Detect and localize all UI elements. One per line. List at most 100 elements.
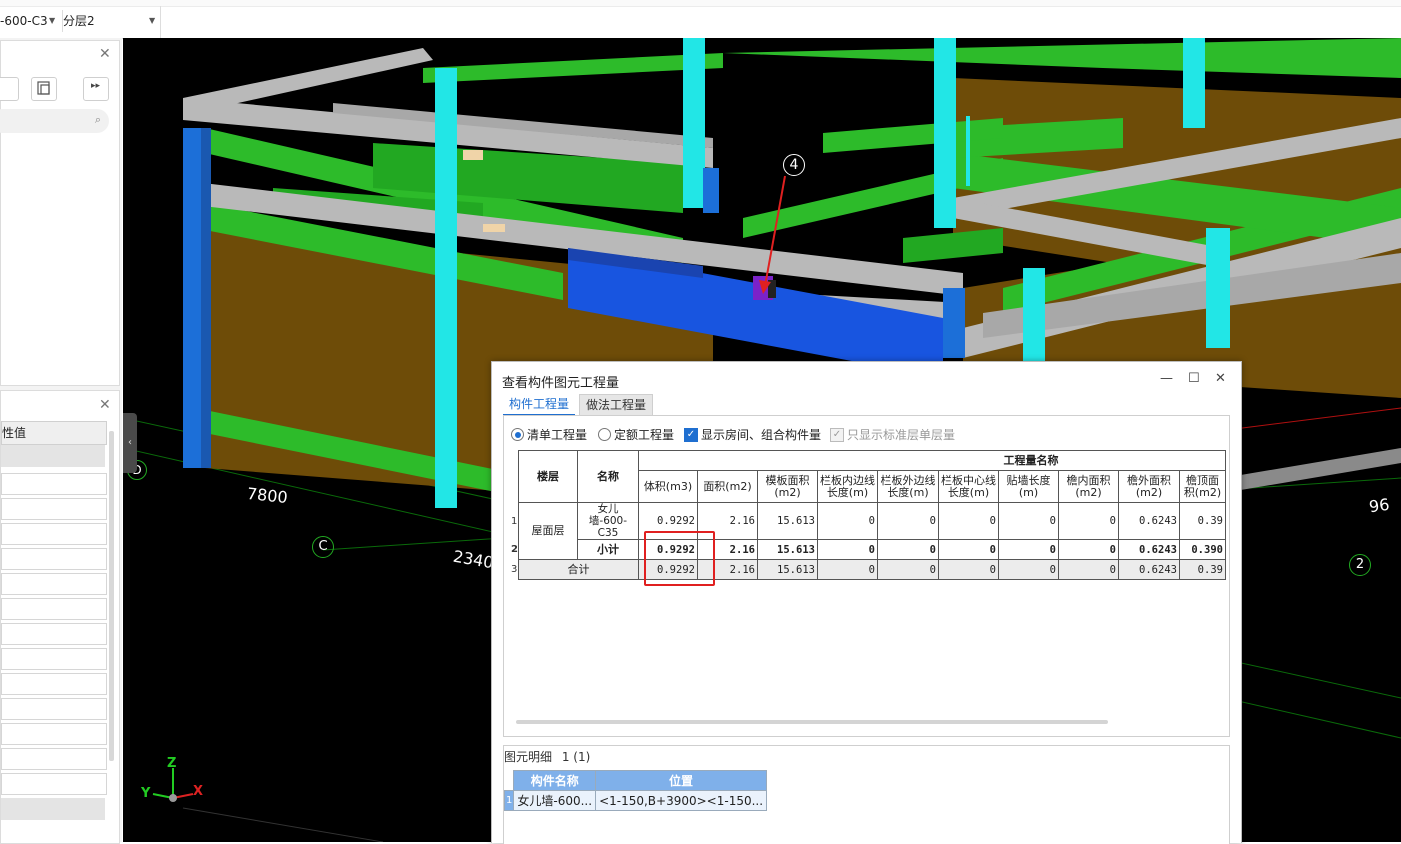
cell-value: 0 <box>937 539 999 560</box>
quantity-panel: 清单工程量 定额工程量 ✓ 显示房间、组合构件量 ✓ 只显示标准层单层量 楼层 <box>503 415 1230 737</box>
property-row[interactable] <box>1 548 107 570</box>
detail-cell-name: 女儿墙-600... <box>513 790 597 811</box>
highlight-box <box>644 531 715 586</box>
detail-cell-position: <1-150,B+3900><1-150... <box>595 790 768 811</box>
property-row[interactable] <box>1 748 107 770</box>
row-number-header <box>511 450 520 503</box>
element-detail-panel: 图元明细 1 (1) 构件名称 位置 1 女儿墙-600... <1-150,B… <box>503 745 1230 844</box>
chevron-down-icon: ▼ <box>49 16 56 25</box>
close-icon[interactable]: ✕ <box>99 397 111 413</box>
cell-value: 0.6243 <box>1117 559 1180 580</box>
cell-value: 0 <box>1057 539 1119 560</box>
cell-value: 15.613 <box>756 502 818 540</box>
copy-icon[interactable] <box>31 77 57 101</box>
detail-count: 1 (1) <box>561 750 591 764</box>
row-number: 3 <box>511 559 520 580</box>
cell-total-label: 合计 <box>517 559 639 580</box>
minimize-icon[interactable]: — <box>1160 371 1173 386</box>
property-row[interactable] <box>1 598 107 620</box>
column-group-quantity: 工程量名称 <box>637 450 1226 471</box>
cell-value: 15.613 <box>756 539 818 560</box>
column-eave-top-area: 檐顶面积(m2) <box>1178 470 1226 503</box>
grid-icon[interactable] <box>0 77 19 101</box>
radio-quota-quantity[interactable]: 定额工程量 <box>598 426 674 443</box>
cell-value: 0 <box>816 502 878 540</box>
property-value-header: 性值 <box>2 426 27 440</box>
property-header: 性值 <box>1 421 107 445</box>
tab-method-quantity[interactable]: 做法工程量 <box>579 394 654 416</box>
cell-value: 0 <box>1057 559 1119 580</box>
search-input[interactable]: ⌕ <box>0 109 109 133</box>
column-wall-length: 贴墙长度(m) <box>997 470 1059 503</box>
property-row[interactable] <box>1 623 107 645</box>
column-floor: 楼层 <box>517 450 578 503</box>
column-eave-outer-area: 檐外面积(m2) <box>1117 470 1180 503</box>
column-volume: 体积(m3) <box>637 470 698 503</box>
component-select[interactable]: -600-C3 ▼ <box>0 10 56 32</box>
toolbar-divider <box>160 6 161 38</box>
property-scrollbar[interactable] <box>109 431 114 761</box>
detail-row-number: 1 <box>503 790 515 811</box>
property-row[interactable] <box>1 523 107 545</box>
cell-subtotal-label: 小计 <box>576 539 639 560</box>
checkbox-checked-icon: ✓ <box>684 427 698 442</box>
cell-value: 0 <box>997 559 1059 580</box>
checkbox-label: 显示房间、组合构件量 <box>701 428 822 442</box>
maximize-icon[interactable]: ☐ <box>1188 371 1200 386</box>
cell-value: 0.6243 <box>1117 502 1180 540</box>
detail-heading: 图元明细 1 (1) <box>504 748 590 765</box>
cell-value: 0.39 <box>1178 502 1226 540</box>
axis-x-label: X <box>193 784 204 799</box>
horizontal-scrollbar[interactable] <box>516 720 1108 724</box>
tab-component-quantity[interactable]: 构件工程量 <box>503 394 576 416</box>
cell-value: 0 <box>937 502 999 540</box>
property-row-group[interactable] <box>1 798 105 820</box>
cell-value: 0 <box>997 539 1059 560</box>
detail-row-number-header <box>504 770 514 791</box>
column-center-length: 栏板中心线长度(m) <box>937 470 999 503</box>
dimension-label: 7800 <box>246 483 289 508</box>
quantity-dialog: 查看构件图元工程量 — ☐ ✕ 构件工程量 做法工程量 清单工程量 定额工程量 … <box>491 361 1242 844</box>
cell-value: 0.6243 <box>1117 539 1180 560</box>
layer-select[interactable]: 分层2 ▼ <box>62 10 159 32</box>
grid-bubble: 4 <box>783 154 805 176</box>
property-row-selected[interactable] <box>1 445 105 467</box>
radio-bill-quantity[interactable]: 清单工程量 <box>511 426 587 443</box>
column-outer-length: 栏板外边线长度(m) <box>876 470 939 503</box>
table-row-total[interactable]: 3 合计 0.9292 2.16 15.613 0 0 0 0 0 0.6243… <box>511 559 1226 580</box>
close-icon[interactable]: ✕ <box>1215 371 1226 386</box>
detail-row[interactable]: 1 女儿墙-600... <1-150,B+3900><1-150... <box>503 790 768 811</box>
collapse-panel-button[interactable]: ‹ <box>123 413 137 473</box>
column-inner-length: 栏板内边线长度(m) <box>816 470 878 503</box>
radio-checked-icon <box>511 428 524 441</box>
checkbox-standard-layer[interactable]: ✓ 只显示标准层单层量 <box>830 426 955 443</box>
cell-value: 0 <box>1057 502 1119 540</box>
detail-column-position: 位置 <box>595 770 768 791</box>
property-row[interactable] <box>1 498 107 520</box>
cell-value: 0.390 <box>1178 539 1226 560</box>
table-row-subtotal[interactable]: 2 小计 0.9292 2.16 15.613 0 0 0 0 0 0.6243… <box>511 539 1226 560</box>
expand-icon[interactable]: ▸▸ <box>83 77 109 101</box>
column-formwork-area: 模板面积(m2) <box>756 470 818 503</box>
cell-item-name: 女儿墙-600-C35 <box>576 502 639 540</box>
chevron-down-icon: ▼ <box>149 16 156 25</box>
detail-header-row: 构件名称 位置 <box>504 770 768 791</box>
property-row[interactable] <box>1 648 107 670</box>
close-icon[interactable]: ✕ <box>99 46 111 62</box>
property-row[interactable] <box>1 673 107 695</box>
checkbox-show-room[interactable]: ✓ 显示房间、组合构件量 <box>684 426 821 443</box>
checkbox-label: 只显示标准层单层量 <box>847 428 956 442</box>
property-row[interactable] <box>1 773 107 795</box>
property-row[interactable] <box>1 473 107 495</box>
property-row[interactable] <box>1 698 107 720</box>
component-select-value: -600-C3 <box>0 14 48 28</box>
left-sidebar: ✕ ▸▸ ⌕ ✕ 性值 <box>0 38 122 844</box>
table-row[interactable]: 1 屋面层 女儿墙-600-C35 0.9292 2.16 15.613 0 0… <box>511 502 1226 560</box>
property-row[interactable] <box>1 723 107 745</box>
cell-value: 0 <box>816 539 878 560</box>
property-row[interactable] <box>1 573 107 595</box>
column-name: 名称 <box>576 450 639 503</box>
dimension-label: 96 <box>1367 494 1391 517</box>
cell-value: 0 <box>997 502 1059 540</box>
detail-column-name: 构件名称 <box>513 770 597 791</box>
